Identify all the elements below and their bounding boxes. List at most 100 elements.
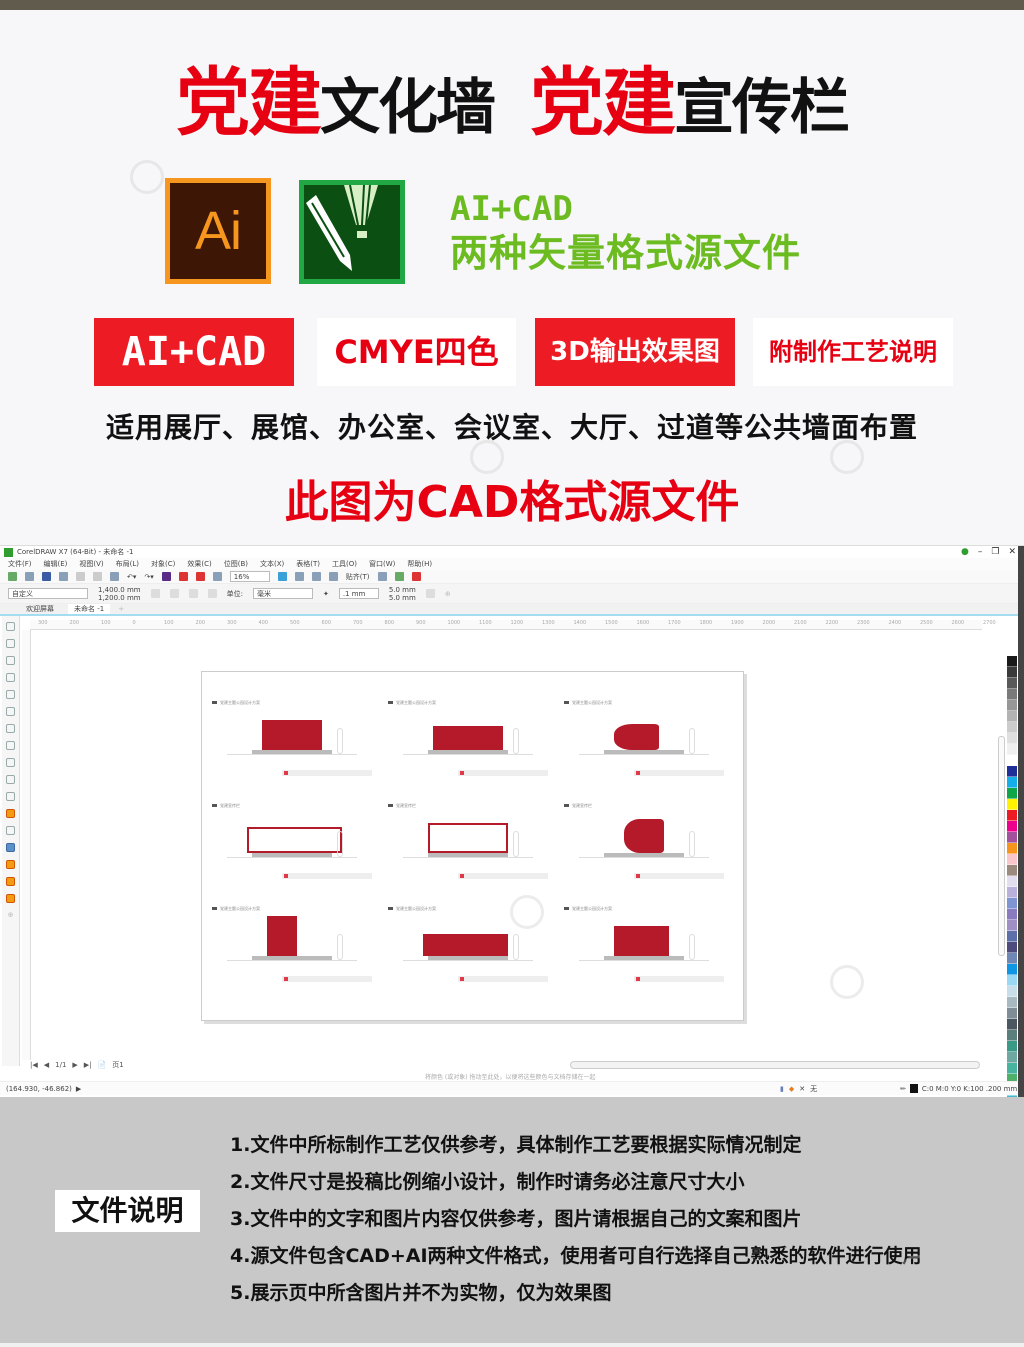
save-icon[interactable]	[42, 572, 51, 581]
tab-welcome[interactable]: 欢迎屏幕	[20, 604, 60, 614]
color-swatch[interactable]	[1007, 788, 1017, 799]
new-icon[interactable]	[8, 572, 17, 581]
artistic-media-tool-icon[interactable]	[6, 707, 15, 716]
smart-fill-tool-icon[interactable]	[6, 894, 15, 903]
units-select[interactable]: 毫米	[252, 588, 313, 599]
design-panel[interactable]: 党建主题公园设计方案	[383, 672, 553, 776]
shape-tool-icon[interactable]	[6, 639, 15, 648]
horizontal-scrollbar[interactable]	[570, 1061, 980, 1069]
color-swatch[interactable]	[1007, 854, 1017, 865]
menu-item[interactable]: 帮助(H)	[407, 559, 432, 569]
add-page-icon[interactable]: 📄	[98, 1061, 107, 1069]
color-swatch[interactable]	[1007, 1052, 1017, 1063]
color-swatch[interactable]	[1007, 986, 1017, 997]
color-swatch[interactable]	[1007, 678, 1017, 689]
color-swatch[interactable]	[1007, 766, 1017, 777]
last-page-button[interactable]: ▶|	[84, 1061, 92, 1069]
color-swatch[interactable]	[1007, 1063, 1017, 1074]
grid-icon[interactable]	[311, 572, 321, 581]
menu-item[interactable]: 位图(B)	[224, 559, 248, 569]
all-pages-icon[interactable]	[188, 589, 198, 598]
freehand-tool-icon[interactable]	[6, 690, 15, 699]
menu-item[interactable]: 表格(T)	[296, 559, 320, 569]
menu-item[interactable]: 窗口(W)	[369, 559, 395, 569]
duplicate-y-field[interactable]: 5.0 mm	[389, 594, 416, 602]
color-swatch[interactable]	[1007, 887, 1017, 898]
prev-page-button[interactable]: ◀	[44, 1061, 49, 1069]
export-icon[interactable]	[195, 572, 205, 581]
crop-tool-icon[interactable]	[6, 656, 15, 665]
launcher-icon[interactable]	[161, 572, 171, 581]
document-page[interactable]: 党建主题公园设计方案 党建主题公园设计方案 党建主题公园设计方案 党建宣传栏 党建宣传栏…	[201, 671, 744, 1021]
color-swatch[interactable]	[1007, 810, 1017, 821]
color-swatch[interactable]	[1007, 656, 1017, 667]
color-swatch[interactable]	[1007, 689, 1017, 700]
ellipse-tool-icon[interactable]	[6, 741, 15, 750]
design-panel[interactable]: 党建主题公园设计方案	[207, 672, 377, 776]
rectangle-tool-icon[interactable]	[6, 724, 15, 733]
user-icon[interactable]: ●	[961, 547, 969, 557]
status-play-icon[interactable]: ▶	[76, 1085, 81, 1093]
color-swatch[interactable]	[1007, 799, 1017, 810]
design-panel[interactable]: 党建主题公园设计方案	[559, 672, 729, 776]
import-icon[interactable]	[178, 572, 188, 581]
page-tab[interactable]: 页1	[112, 1060, 123, 1070]
color-swatch[interactable]	[1007, 821, 1017, 832]
add-icon[interactable]: ⊕	[445, 590, 451, 598]
menu-item[interactable]: 布局(L)	[116, 559, 139, 569]
transparency-tool-icon[interactable]	[6, 843, 15, 852]
next-page-button[interactable]: ▶	[72, 1061, 77, 1069]
duplicate-x-field[interactable]: 5.0 mm	[389, 586, 416, 594]
color-swatch[interactable]	[1007, 975, 1017, 986]
nudge-field[interactable]: .1 mm	[338, 588, 379, 599]
design-panel[interactable]: 党建宣传栏	[207, 775, 377, 879]
color-swatch[interactable]	[1007, 1008, 1017, 1019]
open-icon[interactable]	[25, 572, 34, 581]
color-swatch[interactable]	[1007, 722, 1017, 733]
design-panel[interactable]: 党建主题公园设计方案	[207, 878, 377, 982]
vertical-ruler[interactable]	[22, 630, 31, 1060]
color-swatch[interactable]	[1007, 711, 1017, 722]
color-swatch[interactable]	[1007, 920, 1017, 931]
print-icon[interactable]	[59, 572, 68, 581]
color-swatch[interactable]	[1007, 953, 1017, 964]
color-swatch[interactable]	[1007, 898, 1017, 909]
vertical-scrollbar[interactable]	[998, 736, 1005, 956]
menu-item[interactable]: 对象(C)	[151, 559, 175, 569]
text-tool-icon[interactable]	[6, 775, 15, 784]
add-tool-icon[interactable]: ⊕	[8, 911, 14, 919]
horizontal-ruler[interactable]: 300 200 100 0 100 200 300 400 500 600 700 800 900 100…	[30, 620, 996, 630]
landscape-icon[interactable]	[169, 589, 179, 598]
design-panel[interactable]: 党建主题公园设计方案	[559, 878, 729, 982]
design-panel[interactable]: 党建宣传栏	[559, 775, 729, 879]
menu-item[interactable]: 文件(F)	[8, 559, 32, 569]
treat-as-filled-icon[interactable]	[425, 589, 435, 598]
color-swatch[interactable]	[1007, 931, 1017, 942]
color-swatch[interactable]	[1007, 865, 1017, 876]
current-page-icon[interactable]	[207, 589, 217, 598]
color-swatch[interactable]	[1007, 1041, 1017, 1052]
snap-to-dropdown[interactable]: 贴齐(T)	[346, 572, 370, 582]
color-swatch[interactable]	[1007, 755, 1017, 766]
paste-icon[interactable]	[110, 572, 119, 581]
parallel-dimension-tool-icon[interactable]	[6, 792, 15, 801]
interactive-fill-tool-icon[interactable]	[6, 877, 15, 886]
publish-pdf-icon[interactable]	[212, 572, 222, 581]
menu-item[interactable]: 编辑(E)	[44, 559, 68, 569]
rulers-icon[interactable]	[294, 572, 304, 581]
color-swatch[interactable]	[1007, 1030, 1017, 1041]
menu-item[interactable]: 视图(V)	[79, 559, 103, 569]
color-swatch[interactable]	[1007, 700, 1017, 711]
color-swatch[interactable]	[1007, 832, 1017, 843]
first-page-button[interactable]: |◀	[30, 1061, 38, 1069]
full-screen-icon[interactable]	[277, 572, 287, 581]
eyedropper-tool-icon[interactable]	[6, 860, 15, 869]
color-swatch[interactable]	[1007, 777, 1017, 788]
connector-tool-icon[interactable]	[6, 809, 15, 818]
color-swatch[interactable]	[1007, 1019, 1017, 1030]
undo-icon[interactable]: ↶▾	[127, 573, 136, 581]
pick-tool-icon[interactable]	[6, 622, 15, 631]
restore-button[interactable]: ❐	[991, 547, 999, 557]
polygon-tool-icon[interactable]	[6, 758, 15, 767]
menu-item[interactable]: 效果(C)	[187, 559, 211, 569]
